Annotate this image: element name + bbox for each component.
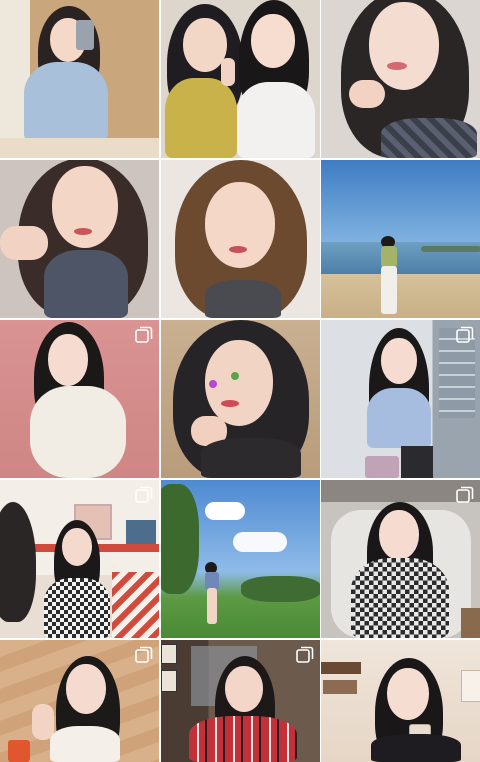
photo-tile[interactable] <box>0 160 159 318</box>
photo <box>321 0 480 158</box>
photo <box>160 480 320 638</box>
photo-tile[interactable] <box>321 0 480 158</box>
multiple-photos-icon <box>135 326 153 344</box>
photo-tile[interactable] <box>160 0 320 158</box>
photo-tile[interactable] <box>321 160 480 318</box>
multiple-photos-icon <box>456 486 474 504</box>
photo-tile[interactable] <box>0 640 159 762</box>
multiple-photos-icon <box>135 646 153 664</box>
photo-tile[interactable] <box>321 640 480 762</box>
photo <box>160 160 320 318</box>
photo-tile[interactable] <box>160 160 320 318</box>
photo <box>321 640 480 762</box>
photo-tile[interactable] <box>0 480 159 638</box>
photo-tile[interactable] <box>321 480 480 638</box>
photo-tile[interactable] <box>0 320 159 478</box>
photo-tile[interactable] <box>0 0 159 158</box>
multiple-photos-icon <box>456 326 474 344</box>
photo <box>160 0 320 158</box>
photo-grid <box>0 0 480 762</box>
photo-tile[interactable] <box>160 320 320 478</box>
photo-tile[interactable] <box>160 640 320 762</box>
photo <box>160 320 320 478</box>
multiple-photos-icon <box>295 646 314 664</box>
multiple-photos-icon <box>135 486 153 504</box>
photo <box>0 0 159 158</box>
photo <box>321 160 480 318</box>
photo <box>0 160 159 318</box>
photo-tile[interactable] <box>160 480 320 638</box>
photo-tile[interactable] <box>321 320 480 478</box>
